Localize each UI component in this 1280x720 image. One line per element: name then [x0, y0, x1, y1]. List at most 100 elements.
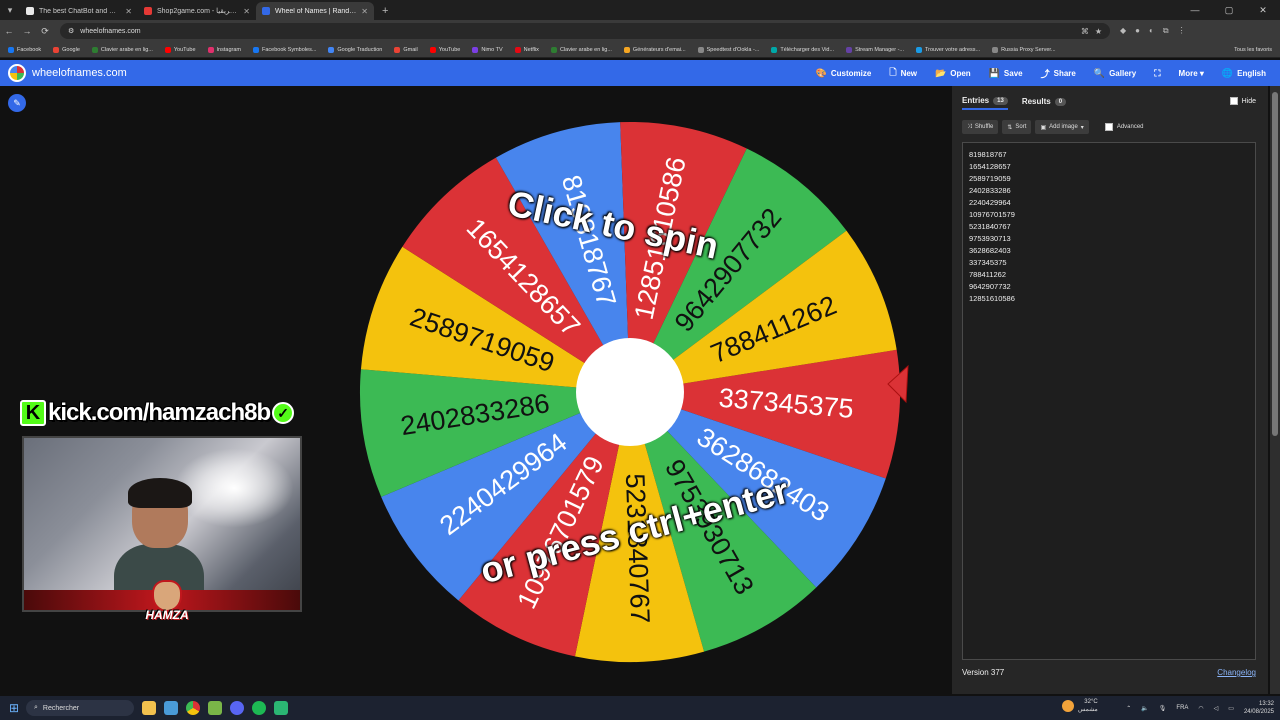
- bookmark-favicon-icon: [771, 46, 778, 53]
- bookmark-item[interactable]: YouTube: [164, 46, 196, 53]
- stack-icon[interactable]: [208, 701, 222, 715]
- new-tab-button[interactable]: +: [374, 2, 396, 20]
- menu-customize-button[interactable]: 🎨 Customize: [816, 65, 872, 81]
- tab-close-icon[interactable]: ✕: [243, 7, 250, 16]
- close-window-icon[interactable]: ✕: [1246, 0, 1280, 20]
- bookmark-item[interactable]: Instagram: [207, 46, 241, 53]
- file-explorer-icon[interactable]: [142, 701, 156, 715]
- site-info-icon[interactable]: ⚙: [68, 27, 74, 35]
- app-icon[interactable]: [274, 701, 288, 715]
- edit-pencil-icon[interactable]: ✎: [8, 94, 26, 112]
- minimize-icon[interactable]: —: [1178, 0, 1212, 20]
- bookmark-item[interactable]: Russia Proxy Server...: [992, 46, 1056, 53]
- language-indicator[interactable]: FRA: [1176, 705, 1188, 711]
- wheel-center[interactable]: [576, 338, 684, 446]
- file-icon: 🗋: [889, 67, 897, 77]
- bookmark-item[interactable]: Stream Manager -...: [846, 46, 904, 53]
- tab-results[interactable]: Results 0: [1022, 96, 1067, 110]
- shuffle-button[interactable]: ⤨ Shuffle: [962, 120, 999, 134]
- extension-icon[interactable]: ◐: [1149, 26, 1154, 36]
- bookmark-item[interactable]: Speedtest d'Ookla -...: [697, 46, 759, 53]
- extensions-puzzle-icon[interactable]: ⧉: [1163, 26, 1169, 36]
- advanced-checkbox[interactable]: Advanced: [1104, 123, 1144, 131]
- list-item: 1654128657: [969, 162, 1011, 171]
- url-input[interactable]: ⚙ wheelofnames.com ⌘ ★: [60, 23, 1110, 39]
- back-icon[interactable]: ←: [0, 20, 18, 42]
- reload-icon[interactable]: ⟳: [36, 20, 54, 42]
- kick-url: kick.com/hamzach8b: [48, 399, 271, 426]
- menu-share-button[interactable]: ⤴ Share: [1041, 65, 1076, 81]
- widget-icon[interactable]: [164, 701, 178, 715]
- extension-icon[interactable]: ●: [1135, 26, 1140, 36]
- sort-button[interactable]: ⇅ Sort: [1002, 120, 1032, 134]
- menu-english-button[interactable]: 🌐 English: [1222, 65, 1266, 81]
- bookmark-star-icon[interactable]: ★: [1095, 27, 1102, 36]
- translate-icon[interactable]: ⌘: [1081, 27, 1089, 36]
- tab-search-icon[interactable]: ▾: [0, 0, 20, 20]
- entries-textarea[interactable]: 819818767 1654128657 2589719059 2402833286 2…: [962, 142, 1256, 660]
- windows-start-icon[interactable]: ⊞: [2, 696, 26, 720]
- bookmark-item[interactable]: Google: [53, 46, 80, 53]
- menu-open-button[interactable]: 📂 Open: [935, 65, 971, 81]
- checkbox-icon[interactable]: [1104, 123, 1113, 131]
- add-image-button[interactable]: ▣ Add image ▾: [1035, 120, 1089, 134]
- extension-icon[interactable]: ◆: [1120, 26, 1126, 36]
- weather-widget[interactable]: 32°C مشمس: [1062, 698, 1098, 714]
- maximize-icon[interactable]: ▢: [1212, 0, 1246, 20]
- bookmark-item[interactable]: Google Traduction: [328, 46, 382, 53]
- chrome-icon[interactable]: [186, 701, 200, 715]
- share-icon: ⤴: [1040, 68, 1050, 79]
- mic-icon[interactable]: 🎙: [1159, 705, 1167, 712]
- bookmark-item[interactable]: YouTube: [429, 46, 460, 53]
- browser-tab-chatbot[interactable]: The best ChatBot and Widgets ✕: [20, 2, 138, 20]
- battery-icon[interactable]: ▭: [1228, 705, 1234, 712]
- scroll-thumb[interactable]: [1272, 92, 1278, 436]
- bookmark-item[interactable]: Facebook: [8, 46, 41, 53]
- forward-icon[interactable]: →: [18, 20, 36, 42]
- site-name[interactable]: wheelofnames.com: [32, 67, 127, 79]
- tab-entries[interactable]: Entries 13: [962, 96, 1008, 110]
- changelog-link[interactable]: Changelog: [1217, 668, 1256, 677]
- all-bookmarks-link[interactable]: Tous les favoris: [1234, 47, 1280, 53]
- menu-gallery-button[interactable]: 🔍 Gallery: [1094, 65, 1136, 81]
- browser-tab-wheelofnames[interactable]: Wheel of Names | Random nam ✕: [256, 2, 374, 20]
- tab-close-icon[interactable]: ✕: [125, 7, 132, 16]
- page-scrollbar[interactable]: [1270, 86, 1280, 694]
- speaker-icon[interactable]: ◁: [1214, 705, 1219, 712]
- menu-more-button[interactable]: More ▾: [1179, 65, 1204, 81]
- menu-new-button[interactable]: 🗋 New: [889, 65, 917, 81]
- bookmark-item[interactable]: Clavier arabe en lig...: [550, 46, 612, 53]
- bookmark-favicon-icon: [623, 46, 630, 53]
- list-item: 10976701579: [969, 210, 1015, 219]
- wheel-logo-icon[interactable]: [8, 64, 26, 82]
- hide-checkbox[interactable]: Hide: [1229, 97, 1256, 105]
- clock[interactable]: 13:32 24/08/2025: [1244, 700, 1274, 716]
- bookmark-item[interactable]: Gmail: [394, 46, 418, 53]
- menu-fullscreen-button[interactable]: ⛶: [1154, 65, 1160, 81]
- tab-close-icon[interactable]: ✕: [361, 7, 368, 16]
- menu-save-button[interactable]: 💾 Save: [989, 65, 1023, 81]
- chevron-up-icon[interactable]: ⌃: [1126, 705, 1131, 712]
- checkbox-icon[interactable]: [1229, 97, 1238, 105]
- browser-tab-shop2game[interactable]: Shop2game.com - شمال أفريقيا ✕: [138, 2, 256, 20]
- discord-icon[interactable]: [230, 701, 244, 715]
- kick-banner: K kick.com/hamzach8b ✓: [20, 396, 310, 430]
- wifi-icon[interactable]: ◠: [1198, 705, 1203, 712]
- app-header: wheelofnames.com 🎨 Customize 🗋 New 📂 Open 💾 Sav…: [0, 60, 1280, 86]
- bookmark-item[interactable]: Nimo TV: [472, 46, 503, 53]
- volume-icon[interactable]: 🔈: [1141, 705, 1148, 712]
- tab-favicon-icon: [144, 7, 152, 15]
- taskbar: ⊞ ⌕ Rechercher 32°C مشمس ⌃ 🔈 🎙 FRA ◠ ◁ ▭…: [0, 696, 1280, 720]
- bookmark-item[interactable]: Clavier arabe en lig...: [91, 46, 153, 53]
- menu-icon[interactable]: ⋮: [1178, 26, 1186, 36]
- taskbar-search[interactable]: ⌕ Rechercher: [26, 700, 134, 716]
- bookmark-item[interactable]: Télécharger des Vid...: [771, 46, 834, 53]
- bookmark-item[interactable]: Trouver votre adress...: [916, 46, 980, 53]
- spotify-icon[interactable]: [252, 701, 266, 715]
- list-item: 12851610586: [969, 294, 1015, 303]
- bookmark-item[interactable]: Générateurs d'emai...: [623, 46, 686, 53]
- wheel[interactable]: 3373453753628682403975393071352318407671…: [350, 112, 910, 672]
- bookmark-item[interactable]: Netflix: [514, 46, 539, 53]
- screen: ▾ The best ChatBot and Widgets ✕ Shop2ga…: [0, 0, 1280, 720]
- bookmark-item[interactable]: Facebook Symboles...: [252, 46, 316, 53]
